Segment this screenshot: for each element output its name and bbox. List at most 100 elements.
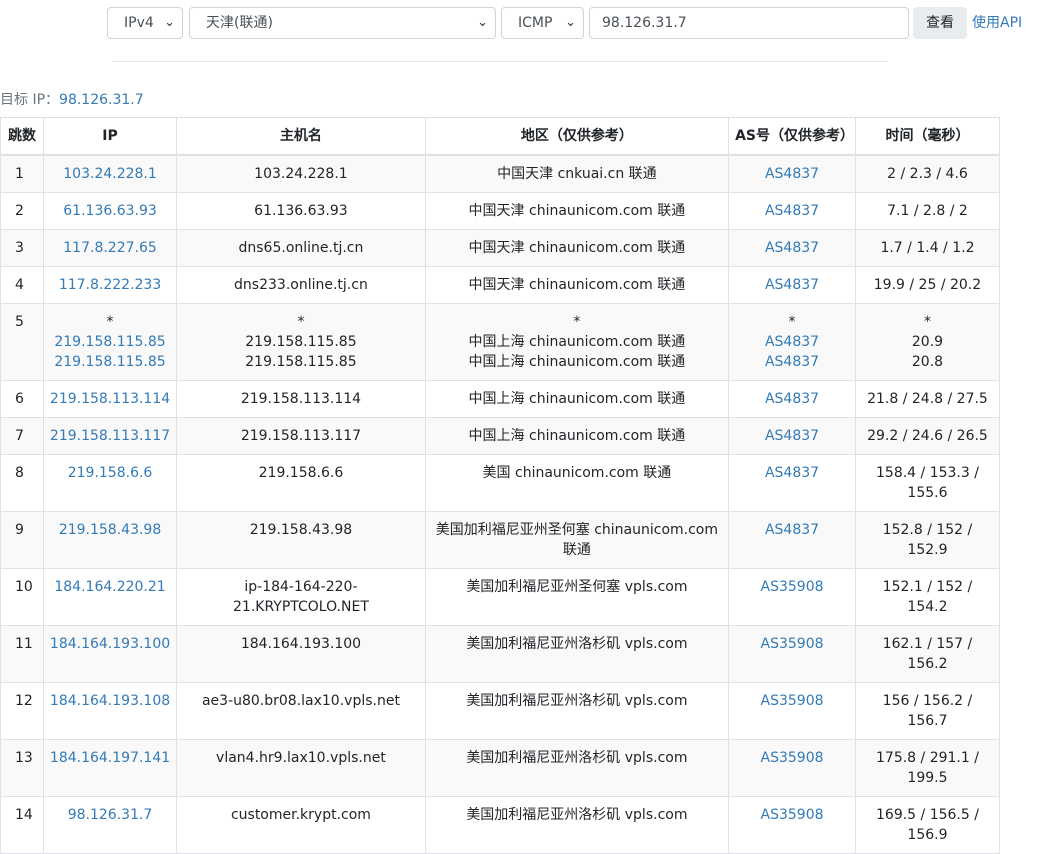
as-link[interactable]: AS35908 [735, 691, 849, 711]
as-link[interactable]: AS4837 [735, 352, 849, 372]
time-text: 169.5 / 156.5 / 156.9 [876, 807, 979, 843]
as-link[interactable]: AS4837 [735, 389, 849, 409]
ip-link[interactable]: 98.126.31.7 [50, 805, 170, 825]
host-text: dns65.online.tj.cn [238, 240, 364, 256]
table-row: 7 219.158.113.117 219.158.113.117 中国上海 chin… [0, 417, 1001, 455]
time-cell: 1.7 / 1.4 / 1.2 [854, 229, 1001, 267]
region-text: 中国上海 chinaunicom.com 联通 [468, 334, 686, 350]
node-select[interactable]: 天津(联通) ⌄ [189, 7, 496, 39]
ip-link[interactable]: 219.158.43.98 [50, 520, 170, 540]
ip-link[interactable]: 219.158.115.85 [50, 332, 170, 352]
time-cell: 2 / 2.3 / 4.6 [854, 154, 1001, 193]
as-link[interactable]: AS4837 [735, 520, 849, 540]
region-cell: 美国加利福尼亚州洛杉矶 vpls.com [424, 796, 730, 854]
region-text: 美国加利福尼亚州圣何塞 chinaunicom.com 联通 [435, 522, 719, 558]
view-button[interactable]: 查看 [913, 7, 967, 39]
chevron-down-icon: ⌄ [477, 15, 488, 30]
as-link[interactable]: AS4837 [735, 332, 849, 352]
ip-link[interactable]: 61.136.63.93 [50, 201, 170, 221]
ip-link[interactable]: 219.158.113.114 [50, 389, 170, 409]
host-cell: 219.158.43.98 [176, 511, 426, 569]
ip-link[interactable]: 117.8.222.233 [50, 275, 170, 295]
table-row: 8 219.158.6.6 219.158.6.6 美国 chinaunicom.co… [0, 454, 1001, 512]
table-row: 11 184.164.193.100 184.164.193.100 美国加利福尼亚州… [0, 625, 1001, 683]
region-text: 美国加利福尼亚州洛杉矶 vpls.com [466, 693, 688, 709]
ip-link[interactable]: 219.158.113.117 [50, 426, 170, 446]
time-text: 20.8 [911, 354, 944, 370]
as-link[interactable]: AS35908 [735, 634, 849, 654]
region-cell: 美国加利福尼亚州洛杉矶 vpls.com [424, 682, 730, 740]
region-cell: 美国加利福尼亚州圣何塞 vpls.com [424, 568, 730, 626]
ip-version-select[interactable]: IPv4 ⌄ [107, 7, 183, 39]
region-cell: 美国加利福尼亚州圣何塞 chinaunicom.com 联通 [424, 511, 730, 569]
ip-cell: 184.164.197.141 [42, 739, 178, 797]
time-text: * [923, 314, 931, 330]
as-link[interactable]: AS4837 [735, 238, 849, 258]
as-link[interactable]: AS35908 [735, 577, 849, 597]
ip-link[interactable]: 219.158.115.85 [50, 352, 170, 372]
ip-input[interactable]: 98.126.31.7 [589, 7, 909, 39]
target-ip-value[interactable]: 98.126.31.7 [59, 92, 144, 108]
hop-cell: 10 [0, 568, 44, 626]
hop-cell: 1 [0, 154, 44, 193]
protocol-value: ICMP [518, 15, 553, 31]
ip-cell: 219.158.113.114 [42, 380, 178, 418]
host-text: 219.158.113.114 [240, 391, 362, 407]
ip-cell: 61.136.63.93 [42, 192, 178, 230]
ip-link[interactable]: 184.164.193.100 [50, 634, 170, 654]
table-row: 1 103.24.228.1 103.24.228.1 中国天津 cnkuai.cn … [0, 154, 1001, 193]
time-text: 162.1 / 157 / 156.2 [882, 636, 973, 672]
header-as: AS号（仅供参考） [728, 117, 856, 156]
target-ip-label: 目标 IP： [0, 92, 60, 108]
protocol-select[interactable]: ICMP ⌄ [501, 7, 584, 39]
as-cell: AS4837 [728, 192, 856, 230]
target-ip: 目标 IP：98.126.31.7 [0, 90, 144, 110]
hop-cell: 7 [0, 417, 44, 455]
time-text: 152.8 / 152 / 152.9 [882, 522, 973, 558]
region-cell: 中国天津 chinaunicom.com 联通 [424, 266, 730, 304]
table-row: 9 219.158.43.98 219.158.43.98 美国加利福尼亚州圣何塞 c… [0, 511, 1001, 569]
ip-version-value: IPv4 [124, 15, 154, 31]
as-cell: * AS4837 AS4837 [728, 303, 856, 381]
as-link[interactable]: AS35908 [735, 748, 849, 768]
ip-link[interactable]: 184.164.220.21 [50, 577, 170, 597]
as-link[interactable]: AS4837 [735, 426, 849, 446]
time-cell: * 20.9 20.8 [854, 303, 1001, 381]
time-cell: 169.5 / 156.5 / 156.9 [854, 796, 1001, 854]
as-cell: AS35908 [728, 796, 856, 854]
hop-cell: 9 [0, 511, 44, 569]
region-text: 美国加利福尼亚州圣何塞 vpls.com [466, 579, 688, 595]
region-text: * [573, 314, 581, 330]
ip-cell: 103.24.228.1 [42, 154, 178, 193]
ip-cell: 98.126.31.7 [42, 796, 178, 854]
as-link[interactable]: AS4837 [735, 201, 849, 221]
hop-cell: 2 [0, 192, 44, 230]
as-link[interactable]: AS35908 [735, 805, 849, 825]
table-row: 14 98.126.31.7 customer.krypt.com 美国加利福尼亚州洛… [0, 796, 1001, 854]
host-cell: 184.164.193.100 [176, 625, 426, 683]
chevron-down-icon: ⌄ [565, 15, 576, 30]
hop-cell: 12 [0, 682, 44, 740]
as-cell: AS35908 [728, 568, 856, 626]
region-text: 中国上海 chinaunicom.com 联通 [468, 354, 686, 370]
region-cell: 美国加利福尼亚州洛杉矶 vpls.com [424, 739, 730, 797]
ip-link[interactable]: 117.8.227.65 [50, 238, 170, 258]
host-cell: * 219.158.115.85 219.158.115.85 [176, 303, 426, 381]
host-text: dns233.online.tj.cn [234, 277, 368, 293]
time-text: 156 / 156.2 / 156.7 [882, 693, 973, 729]
ip-link[interactable]: 219.158.6.6 [50, 463, 170, 483]
host-text: customer.krypt.com [230, 807, 371, 823]
ip-link[interactable]: 184.164.197.141 [50, 748, 170, 768]
ip-link[interactable]: 103.24.228.1 [50, 164, 170, 184]
header-ip: IP [42, 117, 178, 156]
ip-link[interactable]: 184.164.193.108 [50, 691, 170, 711]
ip-cell: 184.164.193.108 [42, 682, 178, 740]
host-cell: customer.krypt.com [176, 796, 426, 854]
use-api-link[interactable]: 使用API [972, 7, 1022, 39]
as-link[interactable]: AS4837 [735, 463, 849, 483]
region-text: 中国上海 chinaunicom.com 联通 [468, 428, 686, 444]
as-link[interactable]: AS4837 [735, 164, 849, 184]
host-text: ip-184-164-220-21.KRYPTCOLO.NET [233, 579, 369, 615]
as-link[interactable]: AS4837 [735, 275, 849, 295]
time-text: 19.9 / 25 / 20.2 [873, 277, 982, 293]
